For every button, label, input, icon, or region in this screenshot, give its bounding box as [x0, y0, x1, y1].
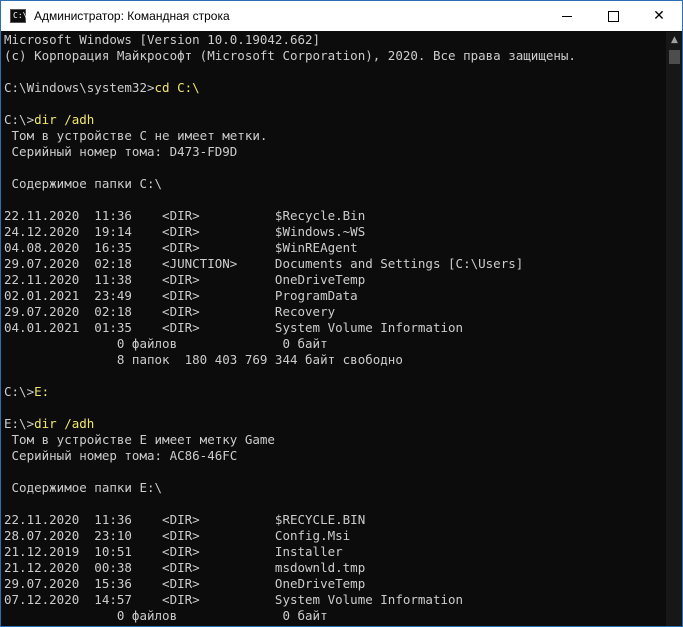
close-button[interactable]: ✕: [636, 1, 682, 31]
console-text: 0 файлов 0 байт: [4, 336, 328, 351]
console-line: Том в устройстве E имеет метку Game: [4, 432, 664, 448]
command-prompt-icon[interactable]: C:\: [10, 9, 28, 23]
typed-command: E:: [34, 384, 50, 399]
command-prompt-icon-glyph: C:\: [13, 11, 28, 20]
console-text: Содержимое папки E:\: [4, 480, 163, 495]
console-line: Содержимое папки E:\: [4, 480, 664, 496]
scroll-thumb[interactable]: [669, 50, 680, 64]
console-line: Серийный номер тома: AC86-46FC: [4, 448, 664, 464]
console-text: 0 файлов 0 байт: [4, 608, 328, 623]
console-text: Том в устройстве E имеет метку Game: [4, 432, 275, 447]
console-line: 0 файлов 0 байт: [4, 336, 664, 352]
console-text: C:\>: [4, 384, 35, 399]
console-window: C:\ Администратор: Командная строка ✕ Mi…: [0, 0, 683, 627]
console-text: C:\>: [4, 112, 35, 127]
console-text: 28.07.2020 23:10 <DIR> Config.Msi: [4, 528, 351, 543]
console-text: 04.08.2020 16:35 <DIR> $WinREAgent: [4, 240, 358, 255]
console-text: 24.12.2020 19:14 <DIR> $Windows.~WS: [4, 224, 366, 239]
console-text: 22.11.2020 11:36 <DIR> $Recycle.Bin: [4, 208, 366, 223]
minimize-button[interactable]: [544, 1, 590, 31]
console-line: 0 файлов 0 байт: [4, 608, 664, 624]
console-line: Microsoft Windows [Version 10.0.19042.66…: [4, 32, 664, 48]
window-title: Администратор: Командная строка: [34, 9, 230, 23]
console-line: 29.07.2020 02:18 <JUNCTION> Documents an…: [4, 256, 664, 272]
console-text: 22.11.2020 11:38 <DIR> OneDriveTemp: [4, 272, 366, 287]
console-line: 07.12.2020 14:57 <DIR> System Volume Inf…: [4, 592, 664, 608]
typed-command: dir /adh: [34, 112, 95, 127]
console-text: 04.01.2021 01:35 <DIR> System Volume Inf…: [4, 320, 464, 335]
console-line: 29.07.2020 15:36 <DIR> OneDriveTemp: [4, 576, 664, 592]
console-text: 29.07.2020 02:18 <JUNCTION> Documents an…: [4, 256, 524, 271]
vertical-scrollbar[interactable]: ▲: [666, 32, 682, 626]
title-bar[interactable]: C:\ Администратор: Командная строка ✕: [1, 1, 682, 31]
console-text: 02.01.2021 23:49 <DIR> ProgramData: [4, 288, 358, 303]
console-text: (c) Корпорация Майкрософт (Microsoft Cor…: [4, 48, 576, 63]
console-line: 22.11.2020 11:38 <DIR> OneDriveTemp: [4, 272, 664, 288]
console-line: 8 папок 180 403 769 344 байт свободно: [4, 352, 664, 368]
close-icon: ✕: [653, 8, 665, 24]
console-line: C:\>dir /adh: [4, 112, 664, 128]
console-line: 04.08.2020 16:35 <DIR> $WinREAgent: [4, 240, 664, 256]
console-text: Содержимое папки C:\: [4, 176, 163, 191]
minimize-icon: [562, 15, 572, 17]
console-line: 04.01.2021 01:35 <DIR> System Volume Inf…: [4, 320, 664, 336]
console-text: Серийный номер тома: D473-FD9D: [4, 144, 238, 159]
typed-command: cd C:\: [154, 80, 200, 95]
console-line: 22.11.2020 11:36 <DIR> $RECYCLE.BIN: [4, 512, 664, 528]
console-line: 29.07.2020 02:18 <DIR> Recovery: [4, 304, 664, 320]
console-line: 22.11.2020 11:36 <DIR> $Recycle.Bin: [4, 208, 664, 224]
console-text: Том в устройстве C не имеет метки.: [4, 128, 268, 143]
console-line: 21.12.2020 00:38 <DIR> msdownld.tmp: [4, 560, 664, 576]
console-text: Серийный номер тома: AC86-46FC: [4, 448, 238, 463]
scroll-up-arrow-icon[interactable]: ▲: [666, 32, 682, 49]
console-line: Том в устройстве C не имеет метки.: [4, 128, 664, 144]
console-line: 21.12.2019 10:51 <DIR> Installer: [4, 544, 664, 560]
console-text: 22.11.2020 11:36 <DIR> $RECYCLE.BIN: [4, 512, 366, 527]
console-line: C:\>E:: [4, 384, 664, 400]
console-text: 21.12.2019 10:51 <DIR> Installer: [4, 544, 343, 559]
maximize-button[interactable]: [590, 1, 636, 31]
console-line: 28.07.2020 23:10 <DIR> Config.Msi: [4, 528, 664, 544]
typed-command: dir /adh: [34, 416, 95, 431]
console-text: 29.07.2020 02:18 <DIR> Recovery: [4, 304, 336, 319]
console-line: 24.12.2020 19:14 <DIR> $Windows.~WS: [4, 224, 664, 240]
console-text: 07.12.2020 14:57 <DIR> System Volume Inf…: [4, 592, 464, 607]
console-line: 02.01.2021 23:49 <DIR> ProgramData: [4, 288, 664, 304]
console-line: Содержимое папки C:\: [4, 176, 664, 192]
console-output[interactable]: Microsoft Windows [Version 10.0.19042.66…: [4, 32, 664, 626]
console-line: (c) Корпорация Майкрософт (Microsoft Cor…: [4, 48, 664, 64]
console-text: 21.12.2020 00:38 <DIR> msdownld.tmp: [4, 560, 366, 575]
console-text: 29.07.2020 15:36 <DIR> OneDriveTemp: [4, 576, 366, 591]
console-text: 8 папок 180 403 769 344 байт свободно: [4, 352, 403, 367]
console-text: E:\>: [4, 416, 35, 431]
maximize-icon: [607, 10, 619, 22]
console-line: C:\Windows\system32>cd C:\: [4, 80, 664, 96]
console-text: Microsoft Windows [Version 10.0.19042.66…: [4, 32, 321, 47]
console-line: Серийный номер тома: D473-FD9D: [4, 144, 664, 160]
console-text: C:\Windows\system32>: [4, 80, 155, 95]
console-line: E:\>dir /adh: [4, 416, 664, 432]
